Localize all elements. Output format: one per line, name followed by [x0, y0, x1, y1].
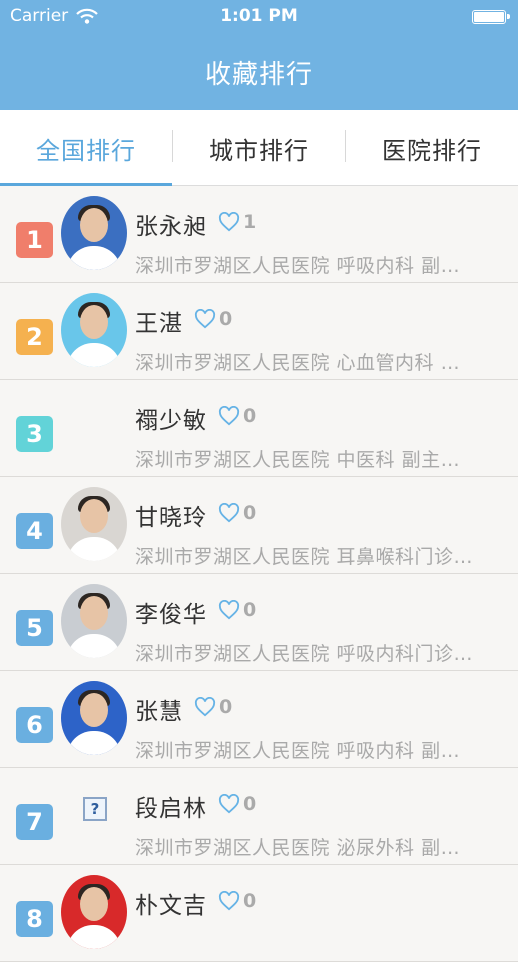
doctor-avatar	[61, 293, 127, 367]
rank-badge: 6	[16, 707, 53, 743]
heart-icon	[218, 794, 240, 814]
doctor-row[interactable]: 1 张永昶 1 深圳市罗湖区人民医院 呼吸内科 副…	[0, 187, 518, 283]
rank-badge: 1	[16, 222, 53, 258]
heart-icon	[218, 600, 240, 620]
status-bar: Carrier 1:01 PM	[0, 0, 518, 34]
tab-city[interactable]: 城市排行	[173, 110, 345, 186]
doctor-row[interactable]: 6 张慧 0 深圳市罗湖区人民医院 呼吸内科 副…	[0, 672, 518, 768]
doctor-name: 张永昶	[135, 214, 207, 240]
broken-image-icon: ?	[83, 797, 107, 821]
tab-active-indicator	[0, 183, 172, 186]
heart-icon	[218, 212, 240, 232]
rank-badge: 3	[16, 416, 53, 452]
favorite-count[interactable]: 0	[218, 890, 256, 912]
heart-icon	[218, 406, 240, 426]
doctor-row[interactable]: 2 王湛 0 深圳市罗湖区人民医院 心血管内科 …	[0, 284, 518, 380]
doctor-name: 禤少敏	[135, 408, 207, 434]
favorite-count-value: 0	[243, 890, 257, 912]
doctor-row[interactable]: 7 ? 段启林 0 深圳市罗湖区人民医院 泌尿外科 副…	[0, 769, 518, 865]
doctor-avatar	[61, 584, 127, 658]
doctor-detail: 深圳市罗湖区人民医院 心血管内科 …	[135, 352, 461, 374]
tab-hospital[interactable]: 医院排行	[346, 110, 518, 186]
favorite-count-value: 0	[243, 502, 257, 524]
doctor-name: 甘晓玲	[135, 505, 207, 531]
nav-header: Carrier 1:01 PM 收藏排行	[0, 0, 518, 110]
ranking-tabs: 全国排行 城市排行 医院排行	[0, 110, 518, 186]
favorite-count[interactable]: 0	[218, 502, 256, 524]
rank-badge: 5	[16, 610, 53, 646]
favorite-count[interactable]: 0	[218, 793, 256, 815]
doctor-detail: 深圳市罗湖区人民医院 呼吸内科门诊…	[135, 643, 474, 665]
doctor-detail: 深圳市罗湖区人民医院 呼吸内科 副…	[135, 255, 461, 277]
favorite-count[interactable]: 0	[194, 696, 232, 718]
status-time: 1:01 PM	[220, 6, 298, 26]
doctor-name: 朴文吉	[135, 893, 207, 919]
rank-badge: 2	[16, 319, 53, 355]
doctor-detail: 深圳市罗湖区人民医院 中医科 副主…	[135, 449, 461, 471]
doctor-name: 张慧	[135, 699, 183, 725]
tab-national[interactable]: 全国排行	[0, 110, 172, 186]
doctor-row[interactable]: 3 禤少敏 0 深圳市罗湖区人民医院 中医科 副主…	[0, 381, 518, 477]
doctor-name: 李俊华	[135, 602, 207, 628]
doctor-row[interactable]: 8 朴文吉 0	[0, 866, 518, 962]
doctor-row[interactable]: 5 李俊华 0 深圳市罗湖区人民医院 呼吸内科门诊…	[0, 575, 518, 671]
favorite-count-value: 1	[243, 211, 257, 233]
doctor-avatar	[61, 196, 127, 270]
doctor-name: 段启林	[135, 796, 207, 822]
heart-icon	[194, 697, 216, 717]
heart-icon	[218, 503, 240, 523]
favorite-count-value: 0	[219, 696, 233, 718]
favorite-count[interactable]: 1	[218, 211, 256, 233]
rank-badge: 7	[16, 804, 53, 840]
battery-icon	[472, 10, 510, 24]
doctor-avatar	[61, 875, 127, 949]
page-title: 收藏排行	[204, 60, 313, 90]
doctor-detail: 深圳市罗湖区人民医院 呼吸内科 副…	[135, 740, 461, 762]
heart-icon	[218, 891, 240, 911]
doctor-detail: 深圳市罗湖区人民医院 耳鼻喉科门诊…	[135, 546, 474, 568]
doctor-avatar	[61, 681, 127, 755]
heart-icon	[194, 309, 216, 329]
favorite-count-value: 0	[243, 599, 257, 621]
rank-badge: 4	[16, 513, 53, 549]
favorite-count[interactable]: 0	[218, 405, 256, 427]
favorite-count-value: 0	[243, 793, 257, 815]
favorite-count[interactable]: 0	[218, 599, 256, 621]
doctor-avatar	[61, 487, 127, 561]
rank-badge: 8	[16, 901, 53, 937]
doctor-name: 王湛	[135, 311, 183, 337]
doctor-detail: 深圳市罗湖区人民医院 泌尿外科 副…	[135, 837, 461, 859]
favorite-count[interactable]: 0	[194, 308, 232, 330]
favorite-count-value: 0	[243, 405, 257, 427]
favorite-count-value: 0	[219, 308, 233, 330]
doctor-row[interactable]: 4 甘晓玲 0 深圳市罗湖区人民医院 耳鼻喉科门诊…	[0, 478, 518, 574]
